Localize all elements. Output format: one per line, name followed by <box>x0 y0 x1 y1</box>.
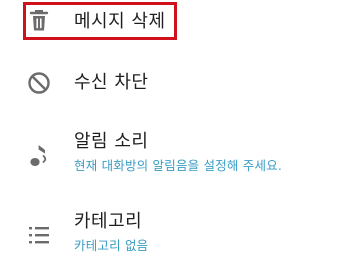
menu-item-label: 알림 소리 <box>74 131 149 152</box>
menu-item-label: 카테고리 <box>74 211 143 232</box>
menu-item-block[interactable]: 수신 차단 <box>0 62 340 104</box>
trash-icon <box>26 8 52 34</box>
chat-options-menu: 메시지 삭제 수신 차단 알림 소리 현재 대화방의 알림음을 설정해 주세요. <box>0 0 340 263</box>
music-note-icon <box>26 142 52 168</box>
menu-item-notification-sound[interactable]: 알림 소리 현재 대화방의 알림음을 설정해 주세요. <box>0 122 340 182</box>
menu-item-category[interactable]: 카테고리 카테고리 없음 <box>0 200 340 260</box>
menu-item-delete-message[interactable]: 메시지 삭제 <box>0 0 340 44</box>
menu-item-sublabel: 카테고리 없음 <box>74 238 149 253</box>
menu-item-label: 메시지 삭제 <box>74 11 166 32</box>
category-list-icon <box>26 222 52 248</box>
block-icon <box>26 70 52 96</box>
menu-item-sublabel: 현재 대화방의 알림음을 설정해 주세요. <box>74 158 283 173</box>
menu-item-label: 수신 차단 <box>74 72 149 93</box>
